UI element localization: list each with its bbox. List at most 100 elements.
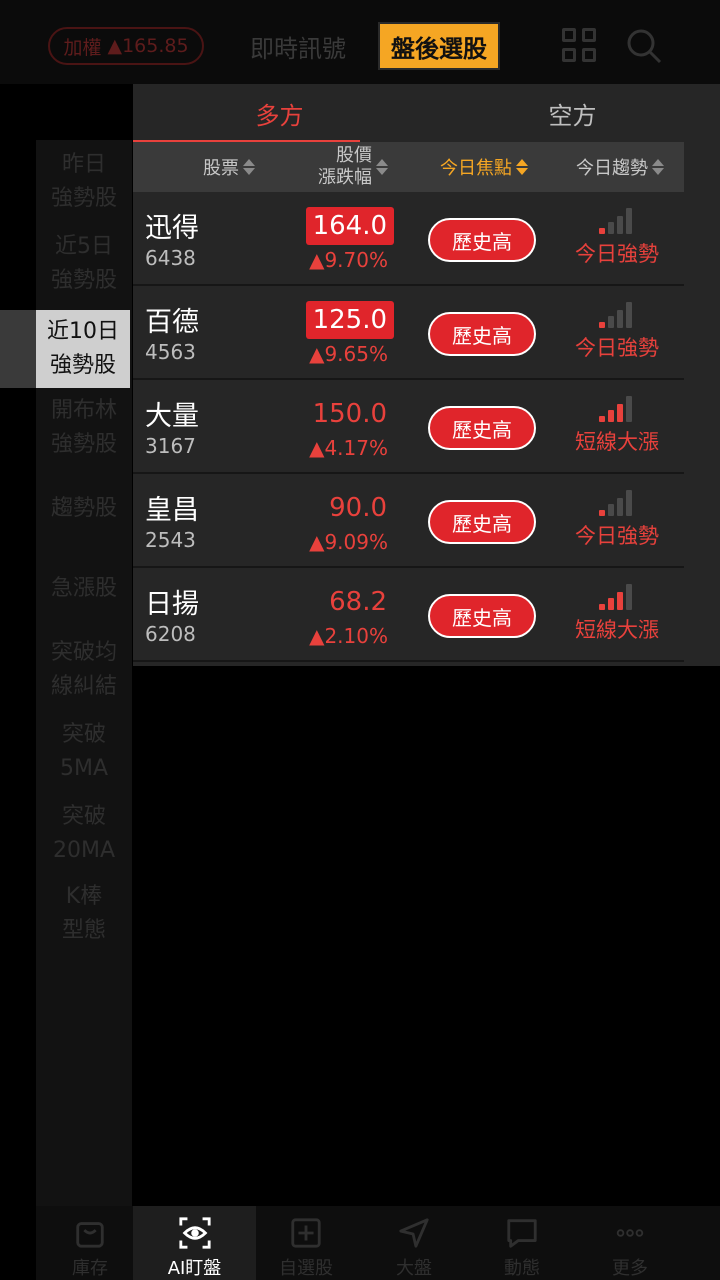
screener-panel: 多方 空方 股票 股價 漲跌幅 今日焦點 今日趨勢 迅得 6438 164.0 … [133, 84, 720, 666]
tab-label: 更多 [612, 1258, 648, 1279]
stock-change: ▲4.17% [309, 436, 388, 460]
tab-label: 大盤 [396, 1258, 432, 1279]
index-pill[interactable]: 加權 ▲165.85 [48, 27, 204, 65]
search-icon[interactable] [626, 28, 662, 64]
stock-change: ▲2.10% [309, 624, 388, 648]
sidebar-item-candlestick-pattern[interactable]: K棒 型態 [36, 880, 132, 948]
column-stock-label: 股票 [203, 158, 239, 179]
trend-label: 短線大漲 [575, 618, 659, 642]
signal-bar [626, 208, 632, 234]
column-stock[interactable]: 股票 [169, 142, 289, 192]
table-row[interactable]: 皇昌 2543 90.0 ▲9.09% 歷史高 今日強勢 [133, 474, 684, 568]
trend-label: 今日強勢 [575, 524, 659, 548]
sidebar-item-yesterday-strong[interactable]: 昨日 強勢股 [36, 148, 132, 216]
chat-bubble-icon [507, 1219, 537, 1248]
sidebar-item-ma-breakout[interactable]: 突破均 線糾結 [36, 636, 132, 704]
navigation-arrow-icon [399, 1218, 429, 1248]
signal-bar [599, 322, 605, 328]
signal-strength-icon [599, 394, 635, 422]
sidebar-item-5day-strong[interactable]: 近5日 強勢股 [36, 230, 132, 298]
sidebar-item-trend[interactable]: 趨勢股 [36, 492, 132, 526]
signal-bar [608, 222, 614, 234]
stock-name: 大量 [145, 401, 199, 432]
sidebar-item-bollinger-strong[interactable]: 開布林 強勢股 [36, 394, 132, 462]
stock-change: ▲9.09% [309, 530, 388, 554]
signal-bar [599, 510, 605, 516]
grid-icon[interactable] [562, 28, 598, 64]
signal-bar [608, 504, 614, 516]
signal-bar [617, 216, 623, 234]
trend-label: 今日強勢 [575, 336, 659, 360]
signal-bar [599, 604, 605, 610]
trend-label: 短線大漲 [575, 430, 659, 454]
stock-price: 164.0 [305, 207, 394, 245]
tab-inventory[interactable]: 庫存 [36, 1206, 144, 1280]
column-change-label: 漲跌幅 [318, 167, 372, 188]
column-price[interactable]: 股價 漲跌幅 [303, 142, 403, 192]
stock-price: 125.0 [305, 301, 394, 339]
tab-long[interactable]: 多方 [133, 84, 426, 142]
tab-more[interactable]: 更多 [576, 1206, 684, 1280]
stock-name: 日揚 [145, 589, 199, 620]
signal-bar [608, 410, 614, 422]
column-trend[interactable]: 今日趨勢 [565, 142, 675, 192]
tab-short[interactable]: 空方 [426, 84, 719, 142]
signal-bar [626, 302, 632, 328]
stock-code: 6438 [145, 246, 196, 270]
signal-bar [608, 316, 614, 328]
tab-activity[interactable]: 動態 [468, 1206, 576, 1280]
category-sidebar: 昨日 強勢股 近5日 強勢股 開布林 強勢股 趨勢股 急漲股 突破均 線糾結 突… [36, 140, 132, 1206]
column-price-label: 股價 [336, 145, 372, 166]
stock-code: 4563 [145, 340, 196, 364]
sidebar-item-10day-strong[interactable]: 近10日 強勢股 [36, 310, 130, 388]
signal-bar [626, 396, 632, 422]
signal-bar [617, 498, 623, 516]
sort-icon [652, 159, 664, 175]
sort-icon [516, 159, 528, 175]
table-row[interactable]: 迅得 6438 164.0 ▲9.70% 歷史高 今日強勢 [133, 192, 684, 286]
signal-strength-icon [599, 582, 635, 610]
plus-box-icon [291, 1218, 321, 1248]
stock-price: 68.2 [329, 587, 387, 617]
column-trend-label: 今日趨勢 [576, 158, 648, 179]
bottom-tab-bar: 庫存 AI盯盤 自選股 大盤 動態 更多 [36, 1206, 720, 1280]
signal-bar [626, 490, 632, 516]
tab-label: 動態 [504, 1258, 540, 1279]
sidebar-item-20ma-breakout[interactable]: 突破 20MA [36, 800, 132, 868]
eye-scan-icon [178, 1217, 211, 1249]
sidebar-item-5ma-breakout[interactable]: 突破 5MA [36, 718, 132, 786]
tab-market[interactable]: 大盤 [360, 1206, 468, 1280]
stock-price: 150.0 [312, 399, 387, 429]
column-focus[interactable]: 今日焦點 [429, 142, 539, 192]
table-row[interactable]: 大量 3167 150.0 ▲4.17% 歷史高 短線大漲 [133, 380, 684, 474]
signal-bar [599, 228, 605, 234]
focus-badge[interactable]: 歷史高 [428, 218, 536, 262]
focus-badge[interactable]: 歷史高 [428, 406, 536, 450]
signal-strength-icon [599, 300, 635, 328]
stock-name: 迅得 [145, 213, 199, 244]
stock-code: 6208 [145, 622, 196, 646]
sort-icon [376, 159, 388, 175]
stock-name: 皇昌 [145, 495, 199, 526]
sort-icon [243, 159, 255, 175]
tab-after-hours-screener[interactable]: 盤後選股 [378, 22, 500, 70]
sidebar-item-surge[interactable]: 急漲股 [36, 572, 132, 606]
focus-badge[interactable]: 歷史高 [428, 500, 536, 544]
stock-price: 90.0 [329, 493, 387, 523]
tab-label: 庫存 [72, 1258, 108, 1279]
stock-change: ▲9.65% [309, 342, 388, 366]
signal-bar [617, 404, 623, 422]
tab-watchlist[interactable]: 自選股 [252, 1206, 360, 1280]
table-row[interactable]: 日揚 6208 68.2 ▲2.10% 歷史高 短線大漲 [133, 568, 684, 662]
signal-strength-icon [599, 206, 635, 234]
focus-badge[interactable]: 歷史高 [428, 594, 536, 638]
stock-change: ▲9.70% [309, 248, 388, 272]
stock-code: 2543 [145, 528, 196, 552]
signal-bar [608, 598, 614, 610]
table-row[interactable]: 百德 4563 125.0 ▲9.65% 歷史高 今日強勢 [133, 286, 684, 380]
tab-ai-watch[interactable]: AI盯盤 [133, 1206, 256, 1280]
tab-label: 自選股 [279, 1258, 333, 1279]
stock-code: 3167 [145, 434, 196, 458]
tab-realtime-signals[interactable]: 即時訊號 [218, 22, 378, 70]
focus-badge[interactable]: 歷史高 [428, 312, 536, 356]
